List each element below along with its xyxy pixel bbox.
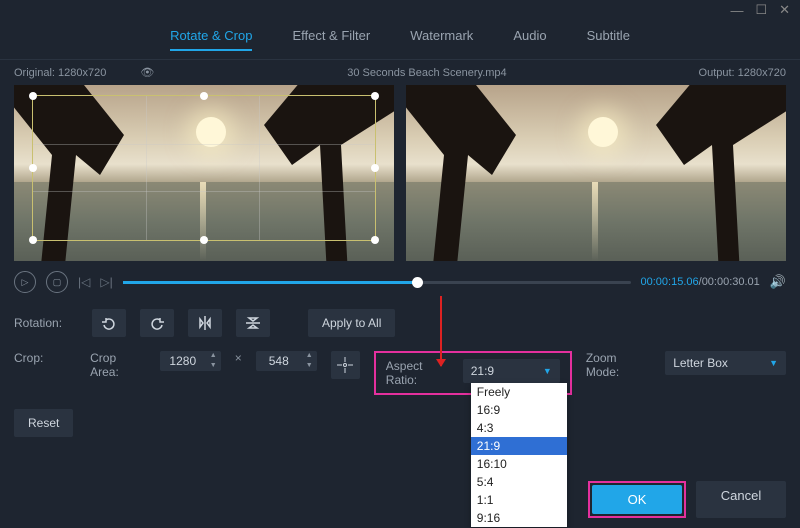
ok-button[interactable]: OK [592,485,682,514]
volume-icon[interactable]: 🔊 [770,274,786,290]
aspect-option[interactable]: 5:4 [471,473,567,491]
height-down[interactable]: ▼ [302,361,317,371]
play-button[interactable]: ▷ [14,271,36,293]
crop-handle[interactable] [371,236,379,244]
rotation-label: Rotation: [14,316,78,330]
zoom-mode-select[interactable]: Letter Box▼ [665,351,786,375]
rotate-right-button[interactable] [140,309,174,337]
aspect-option[interactable]: 21:9 [471,437,567,455]
chevron-down-icon: ▼ [543,366,552,376]
apply-to-all-button[interactable]: Apply to All [308,309,395,337]
stop-button[interactable]: ▢ [46,271,68,293]
preview-toggle-icon[interactable]: 👁 [139,66,155,79]
width-down[interactable]: ▼ [206,361,221,371]
tab-effect-filter[interactable]: Effect & Filter [292,28,370,51]
aspect-option[interactable]: 16:9 [471,401,567,419]
minimize-button[interactable]: — [730,3,743,18]
next-frame-button[interactable]: ▷| [100,275,112,289]
prev-frame-button[interactable]: |◁ [78,275,90,289]
titlebar: — ☐ ✕ [0,0,800,20]
seek-knob[interactable] [412,277,423,288]
source-preview[interactable] [14,85,394,261]
close-button[interactable]: ✕ [779,2,790,18]
info-row: Original: 1280x720 👁 30 Seconds Beach Sc… [0,60,800,85]
height-up[interactable]: ▲ [302,351,317,361]
aspect-ratio-group: Aspect Ratio: 21:9▼ Freely16:94:321:916:… [374,351,572,395]
output-dims-label: Output: 1280x720 [699,67,786,79]
original-dims-label: Original: 1280x720 [14,67,106,79]
aspect-option[interactable]: Freely [471,383,567,401]
aspect-option[interactable]: 9:16 [471,509,567,527]
cancel-button[interactable]: Cancel [696,481,786,518]
aspect-option[interactable]: 1:1 [471,491,567,509]
center-crop-button[interactable] [331,351,360,379]
footer-buttons: OK Cancel [588,481,786,518]
width-up[interactable]: ▲ [206,351,221,361]
ok-highlight: OK [588,481,686,518]
filename-label: 30 Seconds Beach Scenery.mp4 [347,67,506,79]
crop-handle[interactable] [200,92,208,100]
aspect-ratio-dropdown[interactable]: Freely16:94:321:916:105:41:19:16 [471,383,567,527]
crop-height-input[interactable]: ▲▼ [256,351,317,371]
aspect-option[interactable]: 4:3 [471,419,567,437]
crop-handle[interactable] [371,92,379,100]
seek-track[interactable] [123,281,631,284]
aspect-option[interactable]: 16:10 [471,455,567,473]
reset-button[interactable]: Reset [14,409,73,437]
aspect-ratio-select[interactable]: 21:9▼ [463,359,560,383]
time-display: 00:00:15.06/00:00:30.01 [641,276,760,288]
tab-bar: Rotate & Crop Effect & Filter Watermark … [0,20,800,60]
tab-watermark[interactable]: Watermark [410,28,473,51]
zoom-mode-label: Zoom Mode: [586,351,651,379]
player-bar: ▷ ▢ |◁ ▷| 00:00:15.06/00:00:30.01 🔊 [0,261,800,303]
flip-vertical-button[interactable] [236,309,270,337]
crop-handle[interactable] [200,236,208,244]
crop-width-input[interactable]: ▲▼ [160,351,221,371]
flip-horizontal-button[interactable] [188,309,222,337]
crop-handle[interactable] [371,164,379,172]
times-icon: × [235,351,242,365]
crop-handle[interactable] [29,164,37,172]
output-preview [406,85,786,261]
tab-rotate-crop[interactable]: Rotate & Crop [170,28,252,51]
rotate-left-button[interactable] [92,309,126,337]
crop-handle[interactable] [29,236,37,244]
crop-box[interactable] [32,95,376,241]
tab-audio[interactable]: Audio [513,28,546,51]
crop-label: Crop: [14,351,76,365]
annotation-arrow [440,296,442,366]
crop-handle[interactable] [29,92,37,100]
crop-area-label: Crop Area: [90,351,146,379]
chevron-down-icon: ▼ [769,358,778,368]
maximize-button[interactable]: ☐ [755,2,767,18]
tab-subtitle[interactable]: Subtitle [587,28,630,51]
preview-row [0,85,800,261]
